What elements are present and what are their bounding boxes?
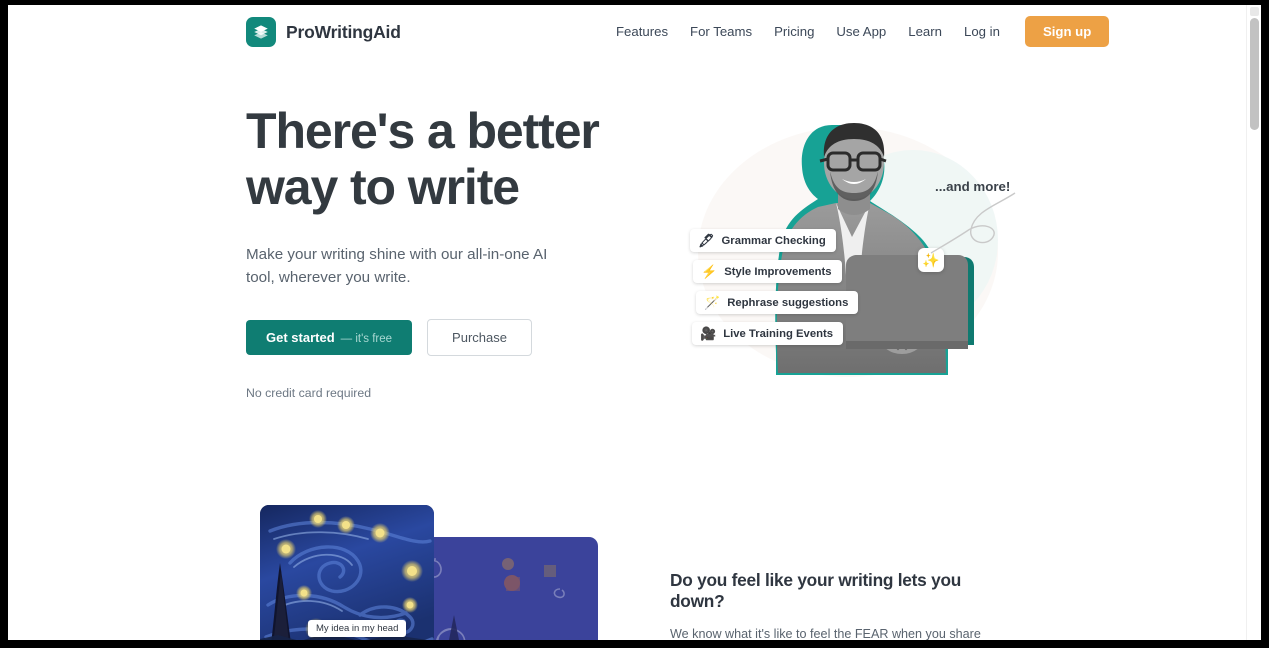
page-title: There's a better way to write bbox=[246, 103, 646, 215]
hero-copy: There's a better way to write Make your … bbox=[246, 103, 646, 400]
nav-link-learn[interactable]: Learn bbox=[897, 18, 953, 45]
lower-section-body: We know what it's like to feel the FEAR … bbox=[670, 627, 981, 640]
no-credit-card-note: No credit card required bbox=[246, 386, 372, 400]
lightning-bolt-icon: ⚡ bbox=[701, 264, 718, 279]
magic-wand-icon: 🪄 bbox=[704, 295, 721, 310]
window-top-edge bbox=[0, 0, 1269, 5]
get-started-button[interactable]: Get started — it's free bbox=[246, 320, 413, 355]
blank-canvas-card bbox=[408, 537, 598, 640]
main-navigation: Features For Teams Pricing Use App Learn… bbox=[605, 16, 1110, 47]
nav-link-use-app[interactable]: Use App bbox=[825, 18, 897, 45]
feature-card-live-training-events: 🎥 Live Training Events bbox=[692, 322, 844, 345]
brand-name: ProWritingAid bbox=[286, 21, 401, 42]
feature-card-grammar-checking: 🖋 Grammar Checking bbox=[690, 229, 836, 252]
purchase-button[interactable]: Purchase bbox=[427, 319, 532, 356]
quill-pen-icon: 🖋 bbox=[698, 233, 715, 248]
nav-link-features[interactable]: Features bbox=[605, 18, 679, 45]
site-header: ProWritingAid Features For Teams Pricing… bbox=[8, 5, 1261, 61]
feature-card-label: Live Training Events bbox=[723, 327, 834, 340]
feature-card-label: Grammar Checking bbox=[721, 234, 826, 247]
hero-illustration: ✨ 🖋 Grammar Checking ⚡ Style Improvement… bbox=[668, 105, 1023, 395]
feature-card-rephrase-suggestions: 🪄 Rephrase suggestions bbox=[696, 291, 859, 314]
idea-in-my-head-label: My idea in my head bbox=[308, 620, 407, 637]
page-content: ProWritingAid Features For Teams Pricing… bbox=[8, 5, 1261, 640]
browser-frame: ProWritingAid Features For Teams Pricing… bbox=[0, 0, 1269, 648]
lower-section-heading: Do you feel like your writing lets you d… bbox=[670, 570, 962, 611]
scrollbar-thumb[interactable] bbox=[1250, 18, 1259, 130]
feature-card-label: Rephrase suggestions bbox=[727, 296, 849, 309]
stacked-pages-icon bbox=[246, 17, 276, 47]
sign-up-button[interactable]: Sign up bbox=[1024, 16, 1110, 47]
page-viewport: ProWritingAid Features For Teams Pricing… bbox=[8, 5, 1261, 640]
feature-card-label: Style Improvements bbox=[724, 265, 832, 278]
lower-section-copy: Do you feel like your writing lets you d… bbox=[670, 570, 1015, 640]
nav-link-log-in[interactable]: Log in bbox=[953, 18, 1011, 45]
hero-title-line1: There's a better bbox=[246, 103, 600, 159]
nav-link-for-teams[interactable]: For Teams bbox=[679, 18, 763, 45]
window-right-edge bbox=[1261, 0, 1269, 648]
hero-cta-group: Get started — it's free Purchase bbox=[246, 319, 646, 356]
hero-title-line2: way to write bbox=[246, 159, 520, 215]
squiggle-connector bbox=[930, 192, 1016, 254]
nav-link-pricing[interactable]: Pricing bbox=[763, 18, 825, 45]
window-bottom-edge bbox=[0, 640, 1269, 648]
brand-logo[interactable]: ProWritingAid bbox=[246, 17, 401, 47]
hero-subtitle: Make your writing shine with our all-in-… bbox=[246, 246, 548, 286]
movie-camera-icon: 🎥 bbox=[700, 326, 717, 341]
scrollbar-up-button[interactable] bbox=[1250, 7, 1259, 16]
feature-card-style-improvements: ⚡ Style Improvements bbox=[693, 260, 842, 283]
and-more-annotation: ...and more! bbox=[935, 179, 1011, 194]
get-started-free-tag: — it's free bbox=[340, 333, 393, 345]
starry-night-illustration: My idea in my head bbox=[260, 505, 600, 640]
blank-canvas-swirls bbox=[423, 558, 565, 640]
window-left-edge bbox=[0, 0, 8, 648]
vertical-scrollbar[interactable] bbox=[1246, 5, 1261, 640]
get-started-label: Get started bbox=[266, 330, 335, 345]
